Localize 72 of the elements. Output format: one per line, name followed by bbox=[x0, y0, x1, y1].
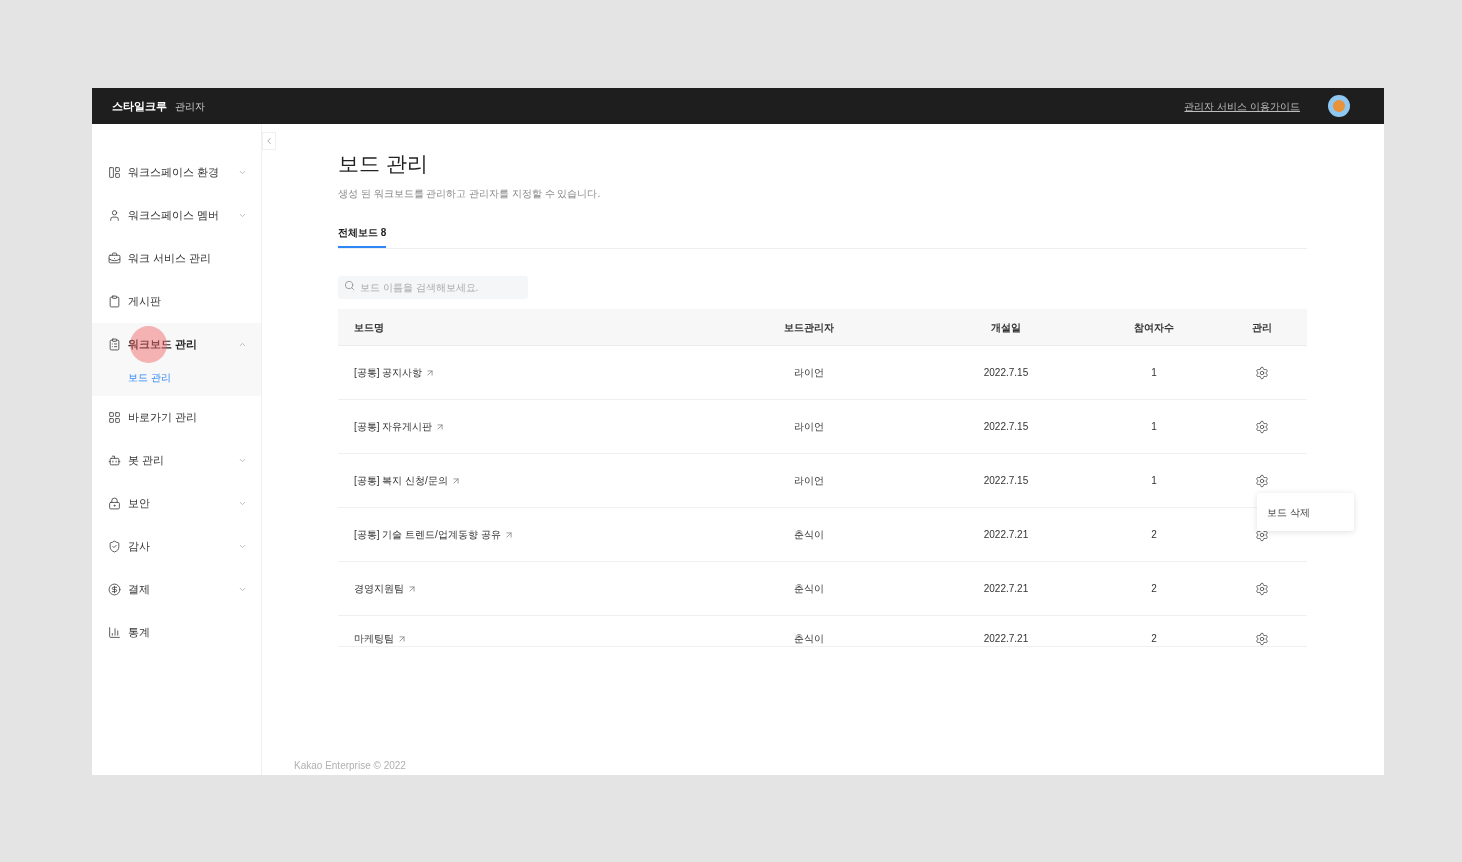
table-cell-text: 라이언 bbox=[793, 420, 825, 434]
column-header: 개설일 bbox=[990, 320, 1022, 335]
expand-icon[interactable] bbox=[238, 585, 247, 594]
sidebar-item[interactable]: 워크스페이스 멤버 bbox=[92, 194, 261, 237]
collapse-icon[interactable] bbox=[238, 340, 247, 349]
brand-name: 스타일크루 bbox=[112, 98, 167, 114]
sidebar-item[interactable]: 바로가기 관리 bbox=[92, 396, 261, 439]
external-link-icon bbox=[450, 475, 461, 486]
board-name-link[interactable]: 경영지원팀 bbox=[354, 581, 404, 596]
table-cell-text: 춘식이 bbox=[793, 528, 825, 542]
board-name-link[interactable]: [공통] 복지 신청/문의 bbox=[354, 473, 448, 488]
sidebar-item[interactable]: 결제 bbox=[92, 568, 261, 611]
footer-copyright: Kakao Enterprise © 2022 bbox=[294, 759, 407, 773]
guide-link[interactable]: 관리자 서비스 이용가이드 bbox=[1184, 98, 1300, 114]
column-header: 참여자수 bbox=[1133, 320, 1175, 335]
external-link-icon bbox=[435, 421, 446, 432]
settings-icon[interactable] bbox=[1254, 473, 1269, 488]
avatar[interactable] bbox=[1328, 95, 1350, 117]
sidebar-item[interactable]: 워크보드 관리 bbox=[92, 323, 261, 366]
table-cell-text: 춘식이 bbox=[793, 582, 825, 596]
sidebar-subitem[interactable]: 보드 관리 bbox=[92, 366, 261, 388]
table-cell-text: 2022.7.21 bbox=[982, 528, 1030, 542]
settings-icon[interactable] bbox=[1254, 632, 1269, 646]
board-name-link[interactable]: [공통] 자유게시판 bbox=[354, 419, 433, 434]
board-name-link[interactable]: [공통] 기술 트렌드/업계동향 공유 bbox=[354, 527, 501, 542]
sidebar-item[interactable]: 봇 관리 bbox=[92, 439, 261, 482]
column-header: 관리 bbox=[1250, 320, 1273, 335]
column-header: 보드명 bbox=[353, 320, 385, 335]
table-cell-text: 2 bbox=[1150, 582, 1158, 596]
role-label: 관리자 bbox=[175, 99, 205, 114]
table-cell-text: 2022.7.15 bbox=[982, 420, 1030, 434]
menu-item[interactable]: 보드 삭제 bbox=[1257, 495, 1354, 529]
sidebar-item[interactable]: 통계 bbox=[92, 611, 261, 654]
sidebar-item[interactable]: 게시판 bbox=[92, 280, 261, 323]
table-cell-text: 2 bbox=[1150, 632, 1158, 646]
external-link-icon bbox=[397, 633, 407, 644]
expand-icon[interactable] bbox=[238, 499, 247, 508]
expand-icon[interactable] bbox=[238, 168, 247, 177]
sidebar-item[interactable]: 감사 bbox=[92, 525, 261, 568]
search-icon bbox=[344, 280, 355, 291]
table-cell-text: 라이언 bbox=[793, 474, 825, 488]
table-cell-text: 2 bbox=[1150, 528, 1158, 542]
external-link-icon bbox=[503, 529, 514, 540]
search-field[interactable]: 보드 이름을 검색해보세요. bbox=[338, 276, 528, 299]
sidebar-item[interactable]: 워크 서비스 관리 bbox=[92, 237, 261, 280]
expand-icon[interactable] bbox=[238, 456, 247, 465]
table-cell-text: 2022.7.15 bbox=[982, 474, 1030, 488]
expand-icon[interactable] bbox=[238, 211, 247, 220]
sidebar-item[interactable]: 보안 bbox=[92, 482, 261, 525]
table-cell-text: 라이언 bbox=[793, 366, 825, 380]
expand-icon[interactable] bbox=[238, 542, 247, 551]
column-header: 보드관리자 bbox=[783, 320, 835, 335]
table-cell-text: 2022.7.21 bbox=[982, 632, 1030, 646]
collapse-sidebar-button[interactable] bbox=[262, 132, 276, 150]
table-cell-text: 춘식이 bbox=[793, 632, 825, 646]
tab[interactable]: 전체보드 8 bbox=[338, 225, 387, 248]
sidebar-item[interactable]: 워크스페이스 환경 bbox=[92, 151, 261, 194]
settings-icon[interactable] bbox=[1254, 419, 1269, 434]
table-cell-text: 2022.7.21 bbox=[982, 582, 1030, 596]
settings-icon[interactable] bbox=[1254, 581, 1269, 596]
table-cell-text: 1 bbox=[1150, 474, 1158, 488]
settings-icon[interactable] bbox=[1254, 365, 1269, 380]
page-title: 보드 관리 bbox=[338, 151, 429, 177]
chevron-left-icon bbox=[264, 136, 274, 146]
external-link-icon bbox=[407, 583, 417, 594]
board-name-link[interactable]: 마케팅팀 bbox=[354, 631, 394, 646]
table-cell-text: 1 bbox=[1150, 366, 1158, 380]
external-link-icon bbox=[425, 367, 436, 378]
page-description: 생성 된 워크보드를 관리하고 관리자를 지정할 수 있습니다. bbox=[338, 187, 602, 201]
table-cell-text: 2022.7.15 bbox=[982, 366, 1030, 380]
board-name-link[interactable]: [공통] 공지사항 bbox=[354, 365, 423, 380]
table-cell-text: 1 bbox=[1150, 420, 1158, 434]
